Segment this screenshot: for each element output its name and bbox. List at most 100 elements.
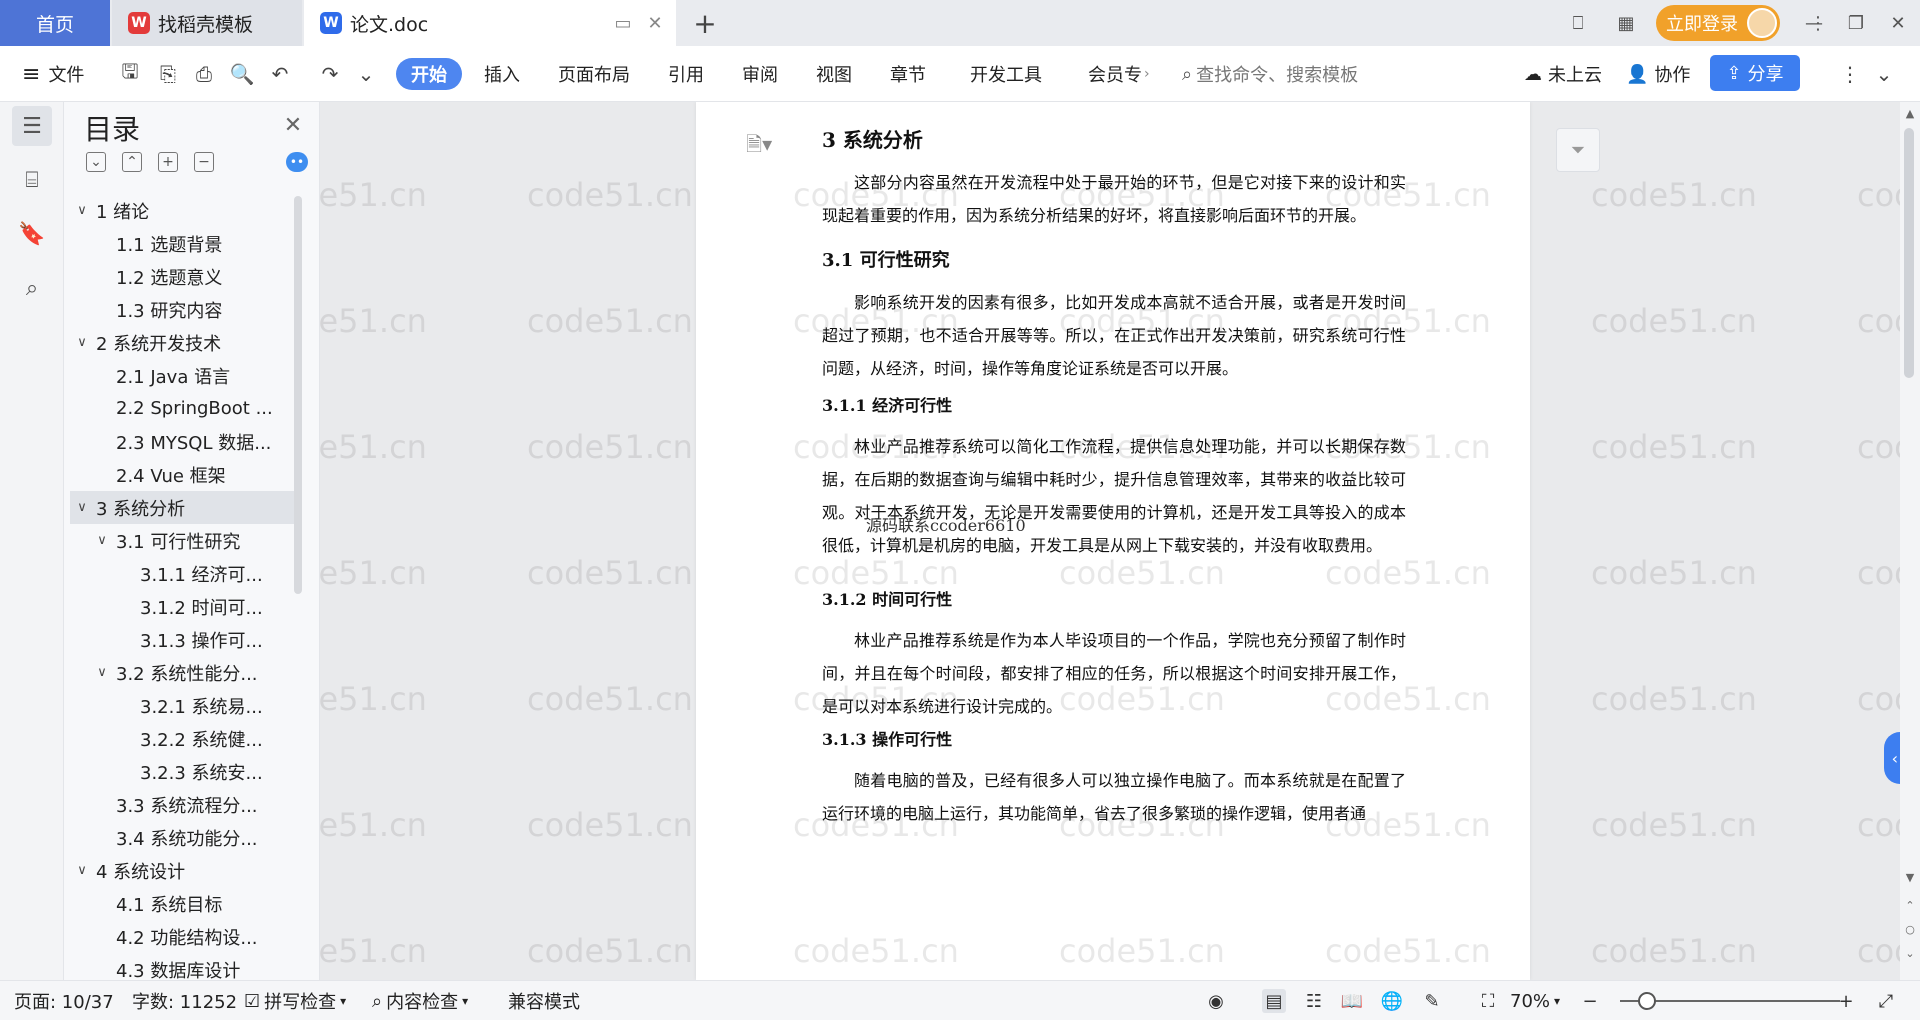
quick-access-dropdown-icon[interactable]: ⌄	[352, 60, 380, 88]
fullscreen-icon[interactable]: ⤢	[1874, 989, 1898, 1013]
outline-item[interactable]: 4.1 系统目标	[70, 887, 300, 920]
vertical-scrollbar[interactable]: ▲ ▼ ⌃ ○ ⌄	[1900, 102, 1920, 980]
menu-tab-developer[interactable]: 开发工具	[970, 60, 1042, 88]
outline-item[interactable]: 3.3 系统流程分...	[70, 788, 300, 821]
redo-icon[interactable]: ↷	[316, 60, 344, 88]
close-tab-icon[interactable]: ✕	[644, 12, 666, 34]
document-page[interactable]: 🗎▾ 3 系统分析 这部分内容虽然在开发流程中处于最开始的环节，但是它对接下来的…	[696, 102, 1530, 980]
select-browse-icon[interactable]: ○	[1904, 924, 1916, 936]
zoom-in-icon[interactable]: +	[1834, 989, 1858, 1013]
scrollbar-thumb[interactable]	[1904, 128, 1914, 378]
outline-item[interactable]: ∨ 3 系统分析	[70, 491, 300, 524]
apps-grid-icon[interactable]: ▦	[1608, 8, 1644, 38]
monitor-icon[interactable]: ▭	[612, 12, 634, 34]
restore-window-icon[interactable]: ❐	[1838, 8, 1874, 38]
content-check-button[interactable]: ⌕ 内容检查 ▾	[372, 989, 468, 1014]
new-tab-button[interactable]: +	[690, 7, 720, 40]
web-view-icon[interactable]: 🌐	[1380, 989, 1404, 1013]
find-icon[interactable]: ⌕	[12, 268, 52, 308]
bookmark-icon[interactable]: 🔖	[12, 214, 52, 254]
next-page-icon[interactable]: ⌄	[1904, 948, 1916, 960]
outline-item[interactable]: 1.2 选题意义	[70, 260, 300, 293]
share-button[interactable]: ⇪ 分享	[1710, 55, 1800, 91]
outline-scrollbar[interactable]	[294, 196, 302, 594]
outline-item[interactable]: 3.4 系统功能分...	[70, 821, 300, 854]
export-icon[interactable]: ⎘	[154, 60, 182, 88]
print-icon[interactable]: ⎙	[190, 60, 218, 88]
page-indicator[interactable]: 页面: 10/37	[14, 989, 114, 1013]
zoom-out-icon[interactable]: −	[1578, 989, 1602, 1013]
chevron-down-icon[interactable]: ∨	[74, 203, 90, 218]
tab-home[interactable]: 首页	[0, 0, 110, 46]
expand-up-icon[interactable]: ⌃	[122, 152, 142, 172]
word-count[interactable]: 字数: 11252	[132, 989, 237, 1013]
outline-item[interactable]: 3.1.3 操作可...	[70, 623, 300, 656]
chapter-nav-icon[interactable]: ⌸	[12, 160, 52, 200]
menu-tab-references[interactable]: 引用	[668, 60, 704, 88]
spell-check-button[interactable]: ☑ 拼写检查 ▾	[244, 989, 346, 1014]
eye-protection-icon[interactable]: ◉	[1204, 989, 1228, 1013]
scroll-up-icon[interactable]: ▲	[1904, 108, 1916, 120]
chevron-down-icon[interactable]: ∨	[94, 533, 110, 548]
write-mode-icon[interactable]: ✎	[1420, 989, 1444, 1013]
zoom-slider-thumb[interactable]	[1637, 992, 1656, 1010]
outline-item[interactable]: ∨ 1 绪论	[70, 194, 300, 227]
cloud-status[interactable]: ☁ 未上云	[1524, 60, 1602, 88]
prev-page-icon[interactable]: ⌃	[1904, 900, 1916, 912]
outline-item[interactable]: 3.2.2 系统健...	[70, 722, 300, 755]
menu-tab-review[interactable]: 审阅	[742, 60, 778, 88]
chevron-down-icon[interactable]: ∨	[74, 335, 90, 350]
outline-item[interactable]: 3.1.2 时间可...	[70, 590, 300, 623]
fit-page-icon[interactable]: ⛶	[1476, 989, 1500, 1013]
collapse-all-icon[interactable]: ⌄	[86, 152, 106, 172]
login-button[interactable]: 立即登录	[1656, 5, 1780, 41]
remove-heading-icon[interactable]: −	[194, 152, 214, 172]
chevron-down-icon[interactable]: ∨	[74, 863, 90, 878]
tab-document[interactable]: W 论文.doc ▭ ✕	[304, 0, 676, 46]
outline-item[interactable]: 2.2 SpringBoot ...	[70, 392, 300, 425]
outline-item[interactable]: 4.2 功能结构设...	[70, 920, 300, 953]
filter-icon[interactable]: ⏷	[1556, 128, 1600, 172]
outline-item[interactable]: 3.2.3 系统安...	[70, 755, 300, 788]
print-preview-icon[interactable]: 🔍	[228, 60, 256, 88]
zoom-level[interactable]: 70% ▾	[1510, 989, 1560, 1013]
outline-item[interactable]: ∨ 3.2 系统性能分...	[70, 656, 300, 689]
more-options-icon[interactable]: ⋮	[1836, 60, 1864, 88]
reading-view-icon[interactable]: 📖	[1340, 989, 1364, 1013]
outline-item[interactable]: 2.4 Vue 框架	[70, 458, 300, 491]
outline-item[interactable]: ∨ 3.1 可行性研究	[70, 524, 300, 557]
side-panel-toggle-icon[interactable]: ‹	[1884, 732, 1900, 784]
add-heading-icon[interactable]: +	[158, 152, 178, 172]
minimize-window-icon[interactable]: —	[1796, 8, 1832, 38]
outline-item[interactable]: 2.1 Java 语言	[70, 359, 300, 392]
outline-item[interactable]: 1.3 研究内容	[70, 293, 300, 326]
menu-tab-layout[interactable]: 页面布局	[558, 60, 630, 88]
outline-item[interactable]: ∨ 2 系统开发技术	[70, 326, 300, 359]
chevron-down-icon[interactable]: ∨	[74, 500, 90, 515]
collab-button[interactable]: 👤 协作	[1626, 60, 1690, 88]
undo-icon[interactable]: ↶	[266, 60, 294, 88]
outline-view-icon[interactable]: ☷	[1302, 989, 1326, 1013]
file-menu[interactable]: ≡ 文件	[22, 60, 84, 88]
paragraph-menu-icon[interactable]: 🗎▾	[746, 130, 772, 164]
menu-tab-view[interactable]: 视图	[816, 60, 852, 88]
chevron-down-icon[interactable]: ∨	[94, 665, 110, 680]
outline-item[interactable]: 3.2.1 系统易...	[70, 689, 300, 722]
outline-item[interactable]: 1.1 选题背景	[70, 227, 300, 260]
outline-item[interactable]: 2.3 MYSQL 数据...	[70, 425, 300, 458]
outline-item[interactable]: 3.1.1 经济可...	[70, 557, 300, 590]
menu-tab-chapter[interactable]: 章节	[890, 60, 926, 88]
reader-mode-icon[interactable]: ⎕	[1560, 8, 1596, 38]
close-window-icon[interactable]: ✕	[1880, 8, 1916, 38]
ai-assistant-icon[interactable]: ••	[286, 152, 308, 172]
page-view-icon[interactable]: ▤	[1262, 989, 1286, 1013]
close-icon[interactable]: ✕	[280, 112, 306, 138]
command-search[interactable]: ⌕ 查找命令、搜索模板	[1182, 60, 1358, 88]
scroll-down-icon[interactable]: ▼	[1904, 872, 1916, 884]
tab-docer-templates[interactable]: W 找稻壳模板	[112, 0, 302, 46]
menu-tab-start[interactable]: 开始	[396, 58, 462, 90]
collapse-ribbon-icon[interactable]: ⌄	[1870, 60, 1898, 88]
outline-panel-icon[interactable]: ☰	[12, 106, 52, 146]
save-icon[interactable]: 🖫	[116, 59, 144, 88]
menu-tab-insert[interactable]: 插入	[484, 60, 520, 88]
